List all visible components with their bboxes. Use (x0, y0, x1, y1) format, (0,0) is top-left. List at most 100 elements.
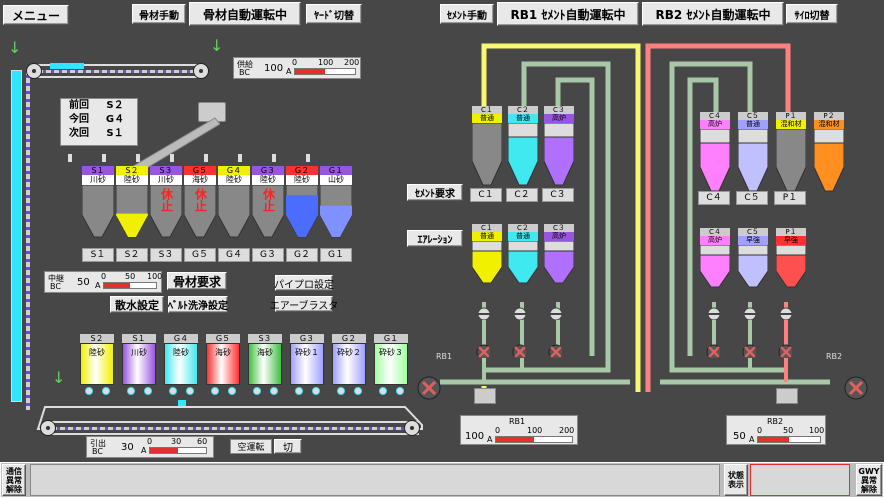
belt-wash-settings-button[interactable]: ﾍﾞﾙﾄ洗浄設定 (168, 296, 228, 313)
cement-silo[interactable]: C４ 高炉 (699, 228, 731, 292)
cement-manual-button[interactable]: ｾﾒﾝﾄ手動 (440, 4, 494, 24)
aggregate-bin[interactable]: S３ 川砂 休止 (150, 166, 182, 239)
valve-icon[interactable] (778, 344, 792, 358)
aggregate-bin[interactable]: G３ 陸砂 休止 (252, 166, 284, 239)
aggregate-manual-button[interactable]: 骨材手動 (132, 4, 186, 24)
level-sensor-icon (204, 154, 208, 162)
bin-body (218, 185, 250, 238)
arrow-down-icon: ↓ (210, 36, 224, 55)
roller-icon (40, 420, 56, 436)
cement-silo[interactable]: C２ 普通 (507, 106, 539, 190)
valve-icon[interactable] (512, 306, 526, 320)
silo-id: C１ (472, 224, 502, 232)
valve-icon[interactable] (476, 344, 490, 358)
blower-rb2-icon[interactable] (842, 376, 872, 402)
gate-icons (206, 387, 240, 395)
scale-min: 0 (495, 426, 501, 435)
valve-icon[interactable] (476, 306, 490, 320)
storage-bin[interactable]: S１ 川砂 (122, 334, 156, 395)
pipe-pro-settings-button[interactable]: パイプロ設定 (274, 275, 334, 291)
rb2-receiver (776, 388, 798, 404)
aggregate-bin[interactable]: S２ 陸砂 (116, 166, 148, 239)
storage-bin[interactable]: G２ 砕砂２ (332, 334, 366, 395)
sprinkle-settings-button[interactable]: 散水設定 (110, 296, 164, 313)
cement-silo[interactable]: C４ 高炉 (699, 112, 731, 196)
cement-request-button[interactable]: ｾﾒﾝﾄ要求 (407, 184, 463, 201)
sequence-value: S２ (106, 100, 124, 111)
storage-bin[interactable]: S２ 陸砂 (80, 334, 114, 395)
silo-body (471, 240, 503, 284)
level-sensor-icon (238, 154, 242, 162)
rb2-gauge-unit: A (749, 435, 755, 444)
cement-silo[interactable]: C１ 普通 (471, 106, 503, 190)
storage-bin[interactable]: G４ 陸砂 (164, 334, 198, 395)
valve-icon[interactable] (548, 306, 562, 320)
bin-id: G３ (290, 334, 324, 343)
comm-error-reset-button[interactable]: 通信 異常 解除 (2, 464, 26, 496)
storage-bin[interactable]: G３ 砕砂１ (290, 334, 324, 395)
cement-silo[interactable]: C１ 普通 (471, 224, 503, 288)
aggregate-bin[interactable]: S１ 川砂 (82, 166, 114, 239)
bin-tag: S３ (150, 248, 182, 262)
rb1-label: RB1 (436, 352, 453, 361)
valve-icon[interactable] (706, 344, 720, 358)
scale-mid: 50 (125, 272, 136, 281)
air-blaster-button[interactable]: エアーブラスタ (270, 296, 338, 312)
valve-icon[interactable] (548, 344, 562, 358)
top-conveyor-material (50, 63, 84, 69)
pull-bc-gauge: 引出 BC 30 A 0 30 60 (86, 436, 214, 458)
silo-tag: C５ (736, 191, 768, 205)
scale-max: 100 (147, 272, 163, 281)
valve-icon[interactable] (512, 344, 526, 358)
valve-icon[interactable] (742, 306, 756, 320)
silo-material: 早強 (776, 236, 806, 245)
cement-silo[interactable]: C３ 高炉 (543, 106, 575, 190)
gate-icon (210, 387, 219, 395)
gauge-fill (496, 437, 534, 442)
silo-body (775, 128, 807, 192)
cement-silo[interactable]: P１ 早強 (775, 228, 807, 292)
silo-body (543, 122, 575, 186)
gate-icon (378, 387, 387, 395)
rb2-auto-status: RB2 ｾﾒﾝﾄ自動運転中 (642, 2, 784, 26)
aggregate-bin[interactable]: G５ 海砂 休止 (184, 166, 216, 239)
aggregate-bin[interactable]: G２ 陸砂 (286, 166, 318, 239)
cement-silo[interactable]: P２ 混和材 (813, 112, 845, 196)
silo-body (699, 244, 731, 288)
gate-icon (126, 387, 135, 395)
aggregate-auto-status: 骨材自動運転中 (189, 2, 301, 26)
gate-icon (143, 387, 152, 395)
roller-icon (193, 63, 209, 79)
pull-bc-label-b: BC (92, 447, 103, 456)
storage-bin[interactable]: G５ 海砂 (206, 334, 240, 395)
bin-id: G２ (332, 334, 366, 343)
gauge-fill (150, 448, 178, 453)
pull-bc-value: 30 (121, 442, 134, 453)
aeration-button[interactable]: ｴｱﾚｰｼｮﾝ (407, 230, 463, 247)
silo-body (543, 240, 575, 284)
yard-switch-button[interactable]: ﾔｰﾄﾞ切替 (306, 4, 362, 24)
valve-icon[interactable] (742, 344, 756, 358)
gauge-fill (104, 283, 130, 288)
silo-switch-button[interactable]: ｻｲﾛ切替 (786, 4, 838, 24)
cement-silo[interactable]: C３ 高炉 (543, 224, 575, 288)
aggregate-bin[interactable]: G４ 陸砂 (218, 166, 250, 239)
gate-icons (290, 387, 324, 395)
valve-icon[interactable] (778, 306, 792, 320)
gwy-error-reset-button[interactable]: GWY 異常 解除 (856, 464, 882, 496)
cement-silo[interactable]: C５ 普通 (737, 112, 769, 196)
cement-silo[interactable]: P１ 混和材 (775, 112, 807, 196)
menu-button[interactable]: メニュー (3, 5, 69, 25)
status-display-button[interactable]: 状態 表示 (724, 464, 748, 496)
aggregate-request-button[interactable]: 骨材要求 (167, 272, 227, 290)
cement-silo[interactable]: C５ 早強 (737, 228, 769, 292)
arrow-down-icon: ↓ (52, 368, 66, 387)
bin-material: 海砂 (206, 343, 240, 385)
silo-body (737, 128, 769, 192)
valve-icon[interactable] (706, 306, 720, 320)
blower-rb1-icon[interactable] (415, 376, 445, 402)
cement-silo[interactable]: C２ 普通 (507, 224, 539, 288)
aggregate-bin[interactable]: G１ 山砂 (320, 166, 352, 239)
idle-run-toggle[interactable]: 切 (274, 439, 302, 454)
storage-bin[interactable]: S３ 海砂 (248, 334, 282, 395)
